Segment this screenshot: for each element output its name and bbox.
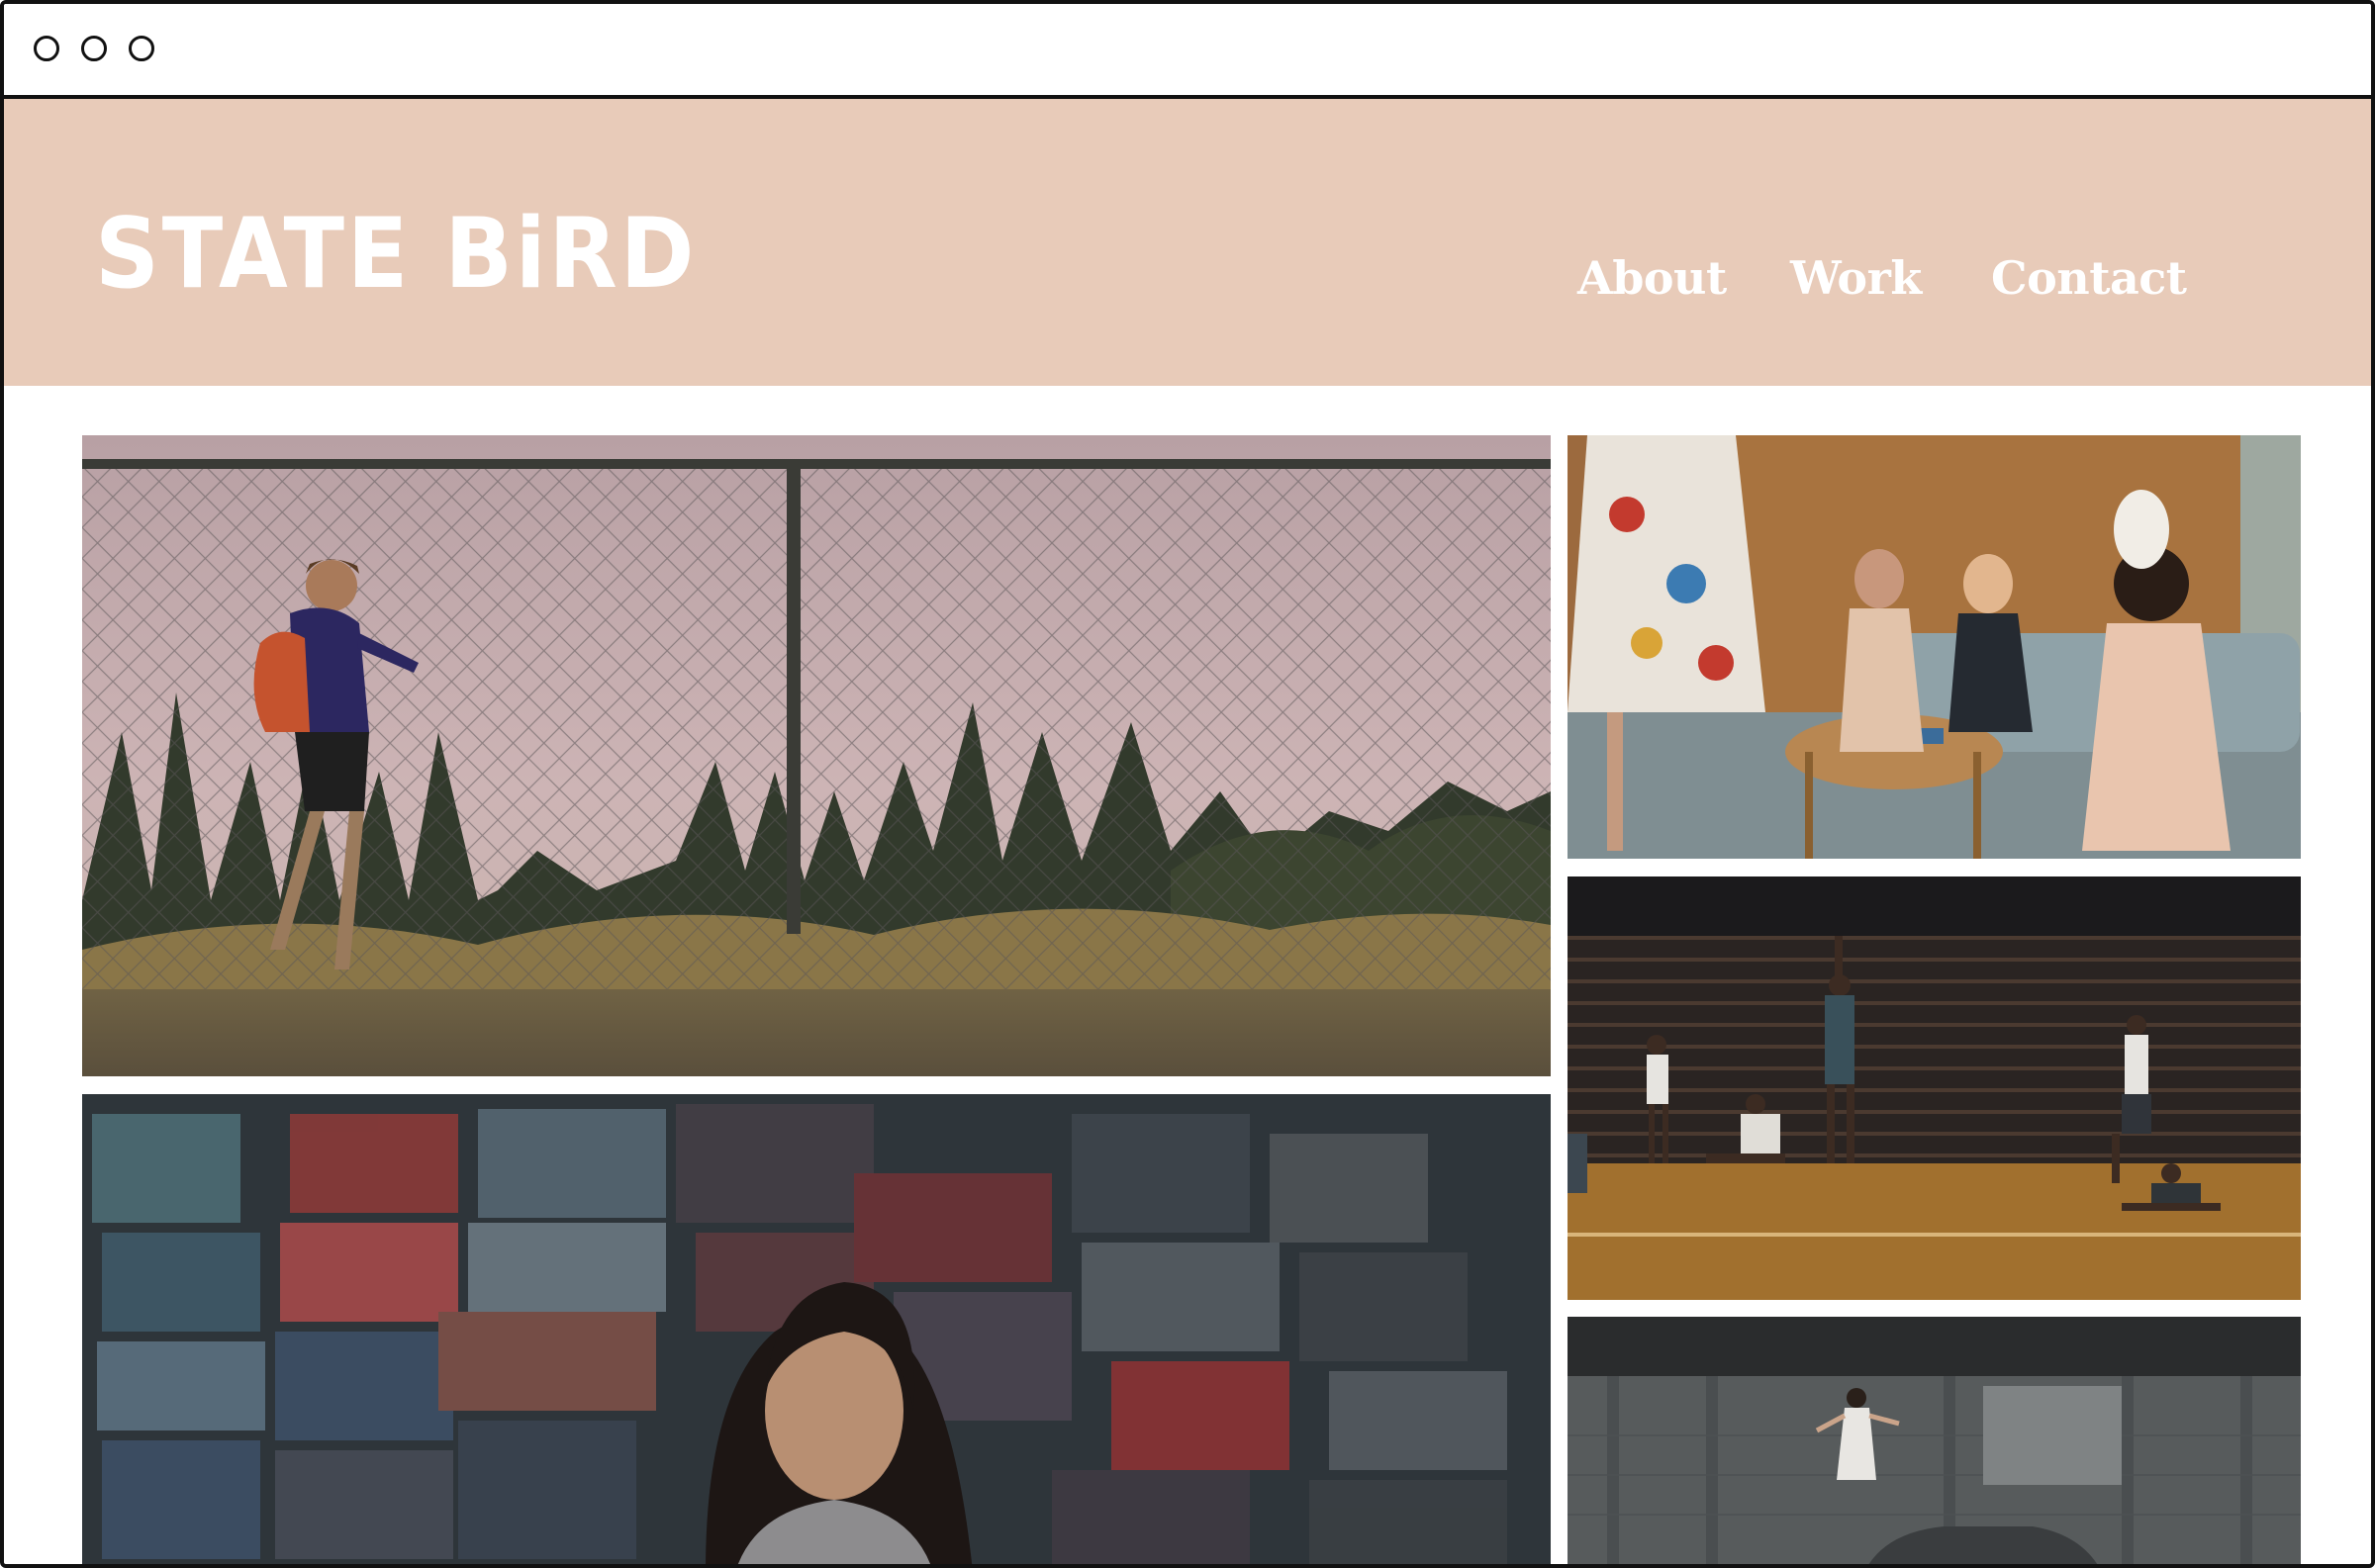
gallery-photo-warehouse[interactable] <box>1568 1317 2301 1564</box>
minimize-window-icon[interactable] <box>81 36 107 61</box>
close-window-icon[interactable] <box>34 36 59 61</box>
dancers-image <box>1568 876 2301 1300</box>
browser-window: STATE BiRD About Work Contact <box>0 0 2375 1568</box>
warehouse-image <box>1568 1317 2301 1564</box>
site-logo[interactable]: STATE BiRD <box>95 206 697 303</box>
nav-link-about[interactable]: About <box>1577 255 1727 301</box>
maximize-window-icon[interactable] <box>129 36 154 61</box>
magazine-rack-image <box>82 1094 1551 1564</box>
nav-link-work[interactable]: Work <box>1790 255 1922 301</box>
gallery-photo-living-room[interactable] <box>1568 435 2301 859</box>
nav-link-contact[interactable]: Contact <box>1991 255 2187 301</box>
gallery-photo-magazine-rack[interactable] <box>82 1094 1551 1564</box>
window-titlebar <box>4 4 2371 99</box>
site-header: STATE BiRD About Work Contact <box>4 99 2371 386</box>
gallery-photo-boy-running[interactable] <box>82 435 1551 1076</box>
boy-running-image <box>82 435 1551 1076</box>
gallery-photo-dancers[interactable] <box>1568 876 2301 1300</box>
living-room-image <box>1568 435 2301 859</box>
